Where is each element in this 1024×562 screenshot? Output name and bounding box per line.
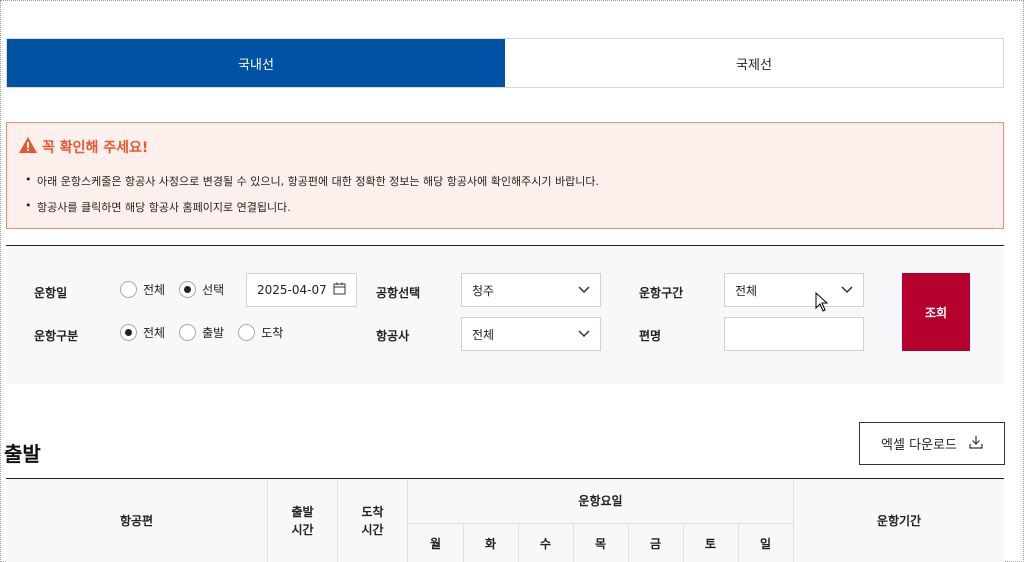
radio-label: 선택 xyxy=(202,283,225,297)
th-flight: 항공편 xyxy=(119,514,154,528)
date-radio-group: 전체 선택 xyxy=(120,281,238,298)
notice-title-text: 꼭 확인해 주세요! xyxy=(42,140,149,156)
warning-icon xyxy=(19,137,37,157)
mouse-cursor-icon xyxy=(815,291,829,316)
radio-label: 출발 xyxy=(202,326,225,340)
flight-input[interactable] xyxy=(724,317,864,351)
flight-label: 편명 xyxy=(639,329,662,343)
th-arrival-time: 도착 시간 xyxy=(361,505,384,537)
notice-list: 아래 운항스케줄은 항공사 사정으로 변경될 수 있으니, 항공편에 대한 정확… xyxy=(25,173,599,225)
notice-box: 꼭 확인해 주세요! 아래 운항스케줄은 항공사 사정으로 변경될 수 있으니,… xyxy=(6,122,1004,229)
notice-item: 항공사를 클릭하면 해당 항공사 홈페이지로 연결됩니다. xyxy=(25,199,599,215)
schedule-table-header: 항공편 출발 시간 도착 시간 운항요일 운항기간 월 화 수 목 금 토 일 xyxy=(6,478,1004,562)
th-day-wed: 수 xyxy=(539,536,552,551)
th-operating-days: 운항요일 xyxy=(578,494,623,508)
type-option-arrival[interactable]: 도착 xyxy=(238,324,283,341)
airport-select[interactable]: 청주 xyxy=(461,273,601,307)
type-label: 운항구분 xyxy=(34,329,79,343)
radio-circle-checked xyxy=(120,324,137,341)
tab-domestic[interactable]: 국내선 xyxy=(7,39,505,87)
type-option-departure[interactable]: 출발 xyxy=(179,324,224,341)
date-option-select[interactable]: 선택 xyxy=(179,281,224,298)
notice-item: 아래 운항스케줄은 항공사 사정으로 변경될 수 있으니, 항공편에 대한 정확… xyxy=(25,173,599,189)
chevron-down-icon xyxy=(578,327,590,341)
radio-label: 도착 xyxy=(261,326,284,340)
route-label: 운항구간 xyxy=(639,286,684,300)
date-input[interactable]: 2025-04-07 xyxy=(246,273,357,307)
date-label: 운항일 xyxy=(34,286,68,300)
excel-download-label: 엑셀 다운로드 xyxy=(881,438,957,453)
route-select[interactable]: 전체 xyxy=(724,273,864,307)
radio-label: 전체 xyxy=(143,283,166,297)
th-operating-period: 운항기간 xyxy=(876,514,922,528)
th-day-thu: 목 xyxy=(594,536,607,551)
calendar-icon[interactable] xyxy=(333,282,346,298)
airline-label: 항공사 xyxy=(376,329,410,343)
airport-label: 공항선택 xyxy=(376,286,421,300)
date-option-all[interactable]: 전체 xyxy=(120,281,165,298)
th-day-sun: 일 xyxy=(759,536,772,551)
tab-international[interactable]: 국제선 xyxy=(505,39,1003,87)
th-day-fri: 금 xyxy=(649,536,662,551)
chevron-down-icon xyxy=(841,283,853,297)
th-day-sat: 토 xyxy=(704,536,717,551)
chevron-down-icon xyxy=(578,283,590,297)
airline-select[interactable]: 전체 xyxy=(461,317,601,351)
th-departure-time: 출발 시간 xyxy=(291,505,314,537)
search-panel: 운항일 전체 선택 2025-04-07 공항선택 청주 운항구간 전체 운항구… xyxy=(6,245,1004,384)
search-button[interactable]: 조회 xyxy=(902,273,970,351)
airport-value: 청주 xyxy=(472,283,495,298)
radio-circle xyxy=(179,324,197,341)
radio-label: 전체 xyxy=(143,326,166,340)
notice-title: 꼭 확인해 주세요! xyxy=(19,137,148,157)
route-value: 전체 xyxy=(735,283,758,298)
airline-value: 전체 xyxy=(472,327,495,342)
th-day-mon: 월 xyxy=(429,536,442,551)
type-option-all[interactable]: 전체 xyxy=(120,324,165,341)
radio-circle xyxy=(120,281,137,298)
section-title: 출발 xyxy=(4,442,41,466)
radio-circle-checked xyxy=(179,281,197,298)
th-day-tue: 화 xyxy=(484,536,497,551)
date-value: 2025-04-07 xyxy=(257,283,327,297)
type-radio-group: 전체 출발 도착 xyxy=(120,324,297,341)
radio-circle xyxy=(238,324,256,341)
tab-bar: 국내선 국제선 xyxy=(6,38,1004,88)
download-icon xyxy=(969,435,983,453)
excel-download-button[interactable]: 엑셀 다운로드 xyxy=(859,422,1005,465)
